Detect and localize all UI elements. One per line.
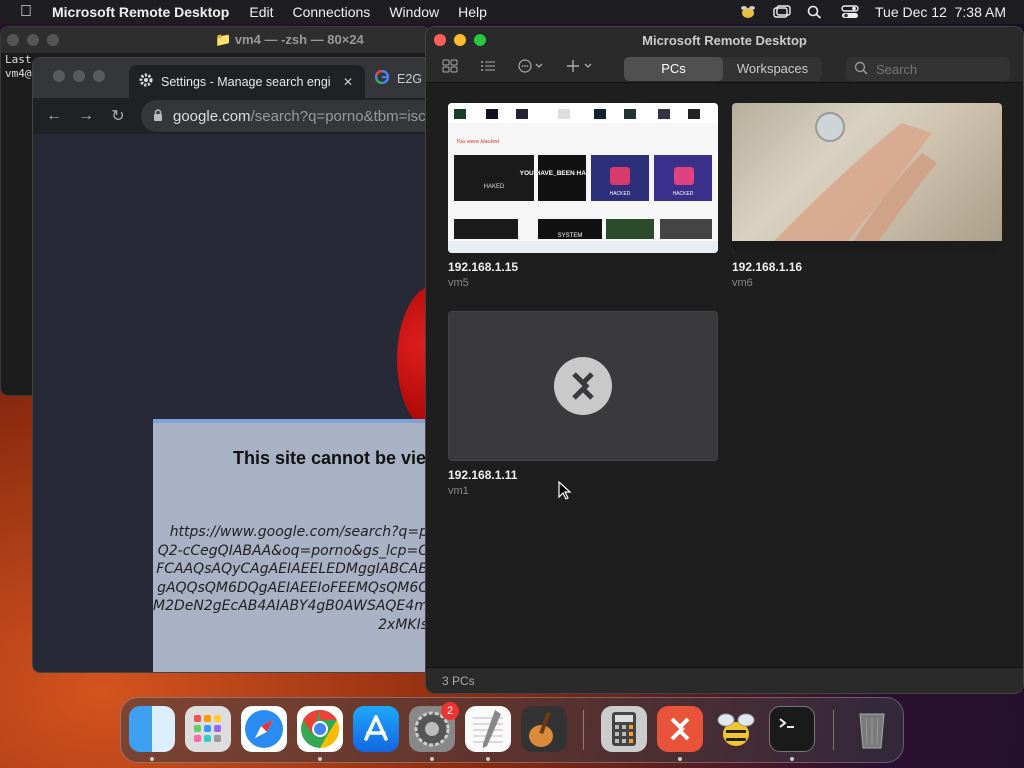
close-button[interactable] [7,34,19,46]
pc-ip-address: 192.168.1.15 [448,260,519,274]
thumb-tile-label: HACKED [610,191,631,197]
address-bar[interactable]: google.com/search?q=porno&tbm=isc [141,100,431,132]
textedit-icon[interactable] [465,706,511,752]
running-indicator [318,757,322,761]
notification-badge: 2 [441,702,459,720]
dialog-title: This site cannot be vie [233,448,427,468]
running-indicator [150,757,154,761]
terminal-icon[interactable] [769,706,815,752]
safari-icon[interactable] [241,706,287,752]
zoom-button[interactable] [47,34,59,46]
pc-tile-vm1[interactable]: 192.168.1.11 vm1 [448,311,718,497]
launchpad-icon[interactable] [185,706,231,752]
menu-app-name[interactable]: Microsoft Remote Desktop [52,4,229,20]
remote-desktop-window[interactable]: Microsoft Remote Desktop PCs Workspaces … [425,26,1024,694]
forward-arrow-icon[interactable]: → [77,107,95,125]
pc-thumbnail[interactable] [448,311,718,461]
close-button[interactable] [53,70,65,82]
app-store-icon[interactable] [353,706,399,752]
chrome-window[interactable]: Settings - Manage search engi ✕ E2G ← → … [32,57,432,673]
thumb-tile-label: SYSTEM [558,233,583,239]
mouse-cursor-icon [558,480,572,506]
system-settings-icon[interactable]: 2 [409,702,459,752]
calculator-icon[interactable] [601,706,647,752]
search-icon [854,61,868,78]
dock: 2 [120,697,904,763]
rd-titlebar[interactable]: Microsoft Remote Desktop [426,27,1023,55]
search-placeholder: Search [876,61,918,77]
pc-name: vm5 [448,277,469,289]
back-arrow-icon[interactable]: ← [45,107,63,125]
running-indicator [430,757,434,761]
dock-separator [833,710,834,750]
terminal-title: 📁 vm4 — -zsh — 80×24 [215,32,364,47]
url-path: /search?q=porno&tbm=isc [250,107,426,125]
pc-ip-address: 192.168.1.16 [732,260,803,274]
chrome-toolbar: ← → ↻ google.com/search?q=porno&tbm=isc [33,98,431,134]
close-tab-icon[interactable]: ✕ [343,75,353,89]
thumb-tile-label: HACKED [673,191,694,197]
pc-name: vm1 [448,485,469,497]
gear-icon [139,73,153,90]
dialog-url-text: https://www.google.com/search?q=p Q2-cCe… [153,524,428,633]
tab-title: E2G [397,71,423,86]
minimize-button[interactable] [73,70,85,82]
remote-desktop-icon[interactable] [657,706,703,752]
thumb-tile-label: HAKED [484,184,505,190]
window-title: Microsoft Remote Desktop [642,33,807,48]
control-center-icon[interactable] [841,5,859,19]
running-indicator [790,757,794,761]
tab-strip: Settings - Manage search engi ✕ E2G [33,58,431,98]
search-field[interactable]: Search [846,57,1010,81]
pc-ip-address: 192.168.1.11 [448,468,518,482]
pc-tile-vm6[interactable]: 192.168.1.16 vm6 [732,103,1002,289]
cyberduck-icon[interactable] [713,706,759,752]
running-indicator [678,757,682,761]
more-options-icon[interactable] [518,59,546,76]
rd-toolbar: PCs Workspaces Search [426,55,1023,83]
tab-pcs[interactable]: PCs [624,57,723,81]
status-bar: 3 PCs [426,667,1023,693]
terminal-titlebar[interactable]: 📁 vm4 — -zsh — 80×24 [1,27,429,53]
tab-settings[interactable]: Settings - Manage search engi ✕ [129,65,365,98]
tab-google[interactable]: E2G [374,69,423,87]
grid-view-icon[interactable] [442,59,458,76]
garageband-icon[interactable] [521,706,567,752]
thumb-alert-text: You were Hacked [456,139,500,145]
google-icon [374,69,390,87]
tab-workspaces[interactable]: Workspaces [723,57,822,81]
page-content: This site cannot be vie https://www.goog… [33,134,431,672]
folder-icon: 📁 [215,32,232,47]
menu-window[interactable]: Window [389,4,439,20]
view-segmented-control: PCs Workspaces [624,57,822,81]
chrome-icon[interactable] [297,706,343,752]
menu-help[interactable]: Help [458,4,487,20]
url-host: google.com [173,107,251,125]
remote-desktop-logo-icon [554,357,612,420]
menu-clock[interactable]: Tue Dec 12 7:38 AM [875,4,1006,20]
spotlight-search-icon[interactable] [807,5,825,19]
dock-separator [583,710,584,750]
zoom-button[interactable] [93,70,105,82]
reload-icon[interactable]: ↻ [109,106,127,126]
pc-tile-vm5[interactable]: You were Hacked HAKED YOU HAVE_BEEN HACK… [448,103,718,289]
screen-mirroring-icon[interactable] [773,5,791,19]
tab-title: Settings - Manage search engi [161,74,331,89]
pc-thumbnail[interactable] [732,103,1002,253]
menu-connections[interactable]: Connections [292,4,370,20]
cyberduck-status-icon[interactable] [739,5,757,19]
list-view-icon[interactable] [480,59,496,76]
finder-icon[interactable] [129,706,175,752]
trash-icon[interactable] [849,706,895,752]
lock-icon [153,108,163,125]
add-icon[interactable] [566,59,594,76]
apple-menu-icon[interactable]:  [0,3,52,21]
pc-name: vm6 [732,277,753,289]
menu-bar:  Microsoft Remote Desktop Edit Connecti… [0,0,1024,24]
running-indicator [486,757,490,761]
minimize-button[interactable] [27,34,39,46]
pc-thumbnail[interactable]: You were Hacked HAKED YOU HAVE_BEEN HACK… [448,103,718,253]
menu-edit[interactable]: Edit [249,4,273,20]
site-blocked-dialog: This site cannot be vie https://www.goog… [153,419,431,672]
